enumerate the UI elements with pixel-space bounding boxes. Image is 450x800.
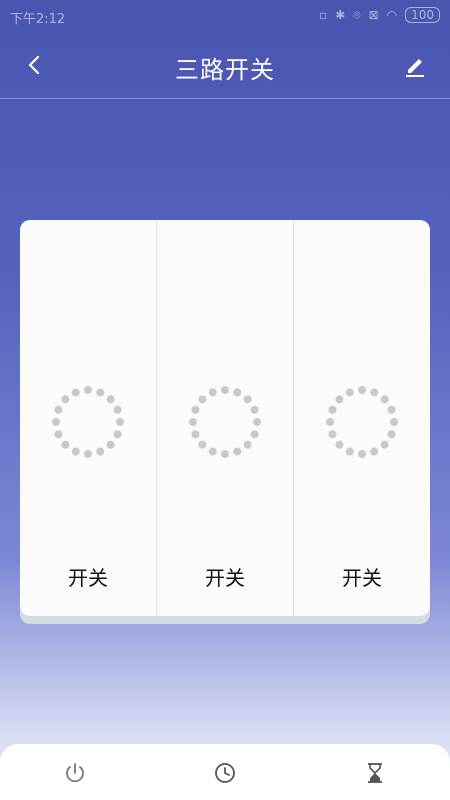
power-button[interactable] — [62, 760, 88, 786]
countdown-button[interactable] — [362, 760, 388, 786]
indicator-dot — [250, 405, 259, 414]
indicator-dot — [116, 418, 124, 426]
indicator-dot — [243, 440, 252, 449]
status-bar: 下午2:12 ▫ ✱ ⌾ ⊠ ◠ 100 — [0, 0, 450, 32]
indicator-dot — [328, 430, 337, 439]
indicator-dot — [84, 386, 92, 394]
indicator-dot — [113, 405, 122, 414]
indicator-dot — [345, 388, 354, 397]
indicator-dot — [221, 450, 229, 458]
indicator-dot — [71, 388, 80, 397]
indicator-dot — [191, 405, 200, 414]
indicator-dot — [221, 386, 229, 394]
sim-icon: ▫ — [319, 8, 328, 22]
status-indicator-icon — [326, 386, 398, 458]
indicator-dot — [358, 386, 366, 394]
indicator-dot — [250, 430, 259, 439]
indicator-dot — [106, 440, 115, 449]
signal-icon: ⊠ — [368, 8, 379, 22]
switch-label: 开关 — [205, 566, 245, 590]
indicator-dot — [71, 447, 80, 456]
switch-panel: 开关 开关 开关 — [20, 220, 430, 616]
indicator-dot — [84, 450, 92, 458]
switch-label: 开关 — [68, 566, 108, 590]
indicator-dot — [52, 418, 60, 426]
indicator-dot — [96, 447, 105, 456]
pencil-icon — [406, 59, 424, 77]
indicator-dot — [390, 418, 398, 426]
switch-key-3[interactable]: 开关 — [294, 220, 430, 616]
status-icons: ▫ ✱ ⌾ ⊠ ◠ 100 — [319, 7, 440, 23]
indicator-dot — [198, 440, 207, 449]
indicator-dot — [253, 418, 261, 426]
indicator-dot — [233, 388, 242, 397]
indicator-dot — [189, 418, 197, 426]
indicator-dot — [96, 388, 105, 397]
indicator-dot — [370, 447, 379, 456]
timer-button[interactable] — [212, 760, 238, 786]
indicator-dot — [61, 440, 70, 449]
edit-button[interactable] — [400, 50, 430, 80]
indicator-dot — [370, 388, 379, 397]
indicator-dot — [191, 430, 200, 439]
indicator-dot — [106, 395, 115, 404]
switch-key-1[interactable]: 开关 — [20, 220, 157, 616]
indicator-dot — [198, 395, 207, 404]
page-title: 三路开关 — [175, 56, 275, 84]
indicator-dot — [328, 405, 337, 414]
power-icon — [66, 763, 84, 783]
indicator-dot — [61, 395, 70, 404]
indicator-dot — [380, 395, 389, 404]
status-indicator-icon — [52, 386, 124, 458]
indicator-dot — [387, 430, 396, 439]
indicator-dot — [380, 440, 389, 449]
bluetooth-icon: ✱ — [335, 8, 346, 22]
indicator-dot — [345, 447, 354, 456]
switch-label: 开关 — [342, 566, 382, 590]
indicator-dot — [335, 395, 344, 404]
indicator-dot — [54, 405, 63, 414]
status-indicator-icon — [189, 386, 261, 458]
indicator-dot — [335, 440, 344, 449]
indicator-dot — [358, 450, 366, 458]
status-time: 下午2:12 — [10, 12, 66, 27]
wifi-icon: ◠ — [386, 8, 398, 22]
indicator-dot — [243, 395, 252, 404]
header: 三路开关 — [0, 32, 450, 98]
indicator-dot — [233, 447, 242, 456]
switch-key-2[interactable]: 开关 — [157, 220, 294, 616]
battery-indicator: 100 — [405, 7, 440, 23]
hourglass-icon — [368, 763, 382, 783]
indicator-dot — [54, 430, 63, 439]
alarm-icon: ⌾ — [353, 7, 361, 22]
indicator-dot — [387, 405, 396, 414]
indicator-dot — [208, 388, 217, 397]
indicator-dot — [326, 418, 334, 426]
bottom-nav — [0, 744, 450, 800]
header-divider — [0, 98, 450, 99]
indicator-dot — [208, 447, 217, 456]
indicator-dot — [113, 430, 122, 439]
clock-icon — [215, 763, 235, 783]
